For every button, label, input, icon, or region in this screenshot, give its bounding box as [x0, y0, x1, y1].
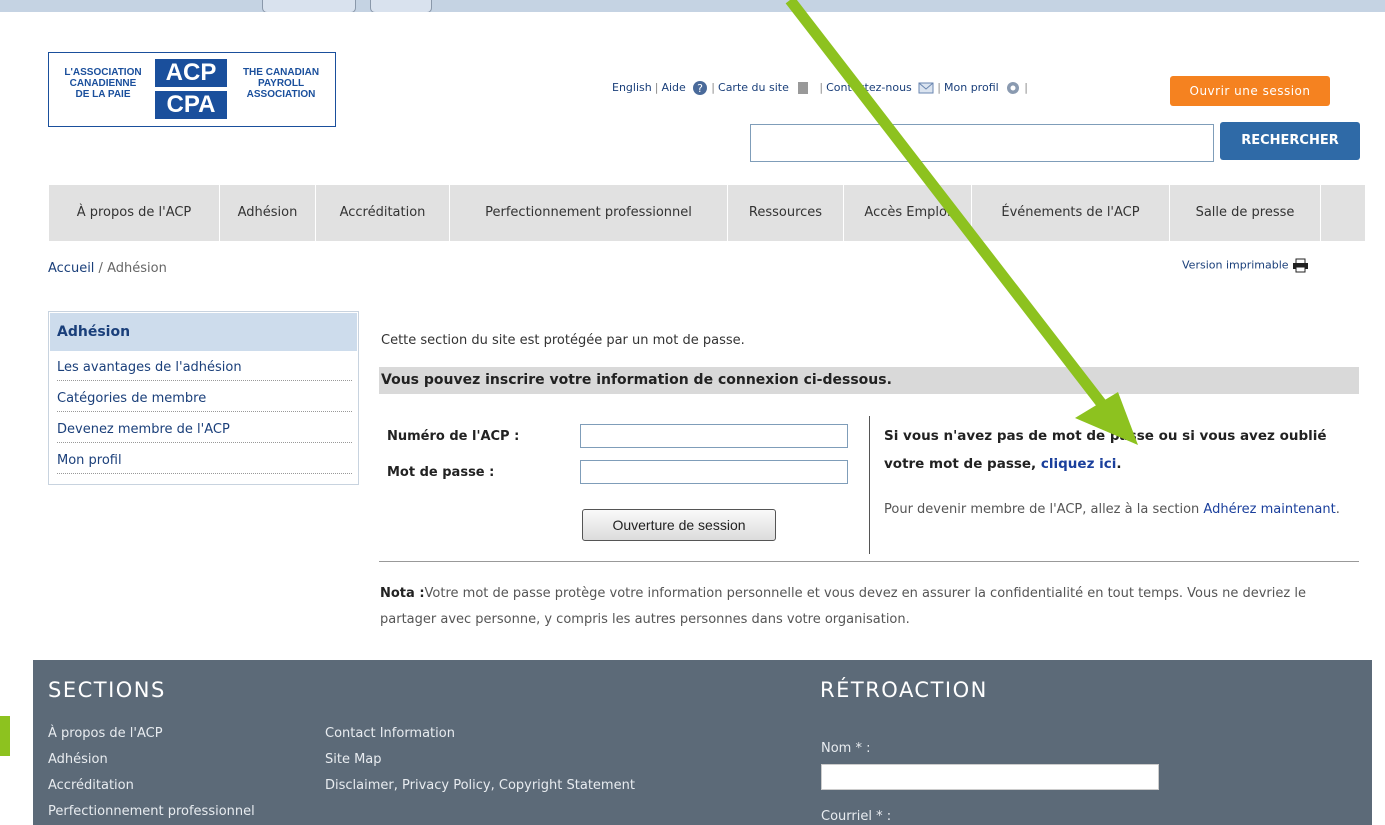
logo-acp: ACP [155, 59, 227, 87]
logo-text-line: CANADIENNE [69, 78, 137, 89]
sidebar-item-become-member[interactable]: Devenez membre de l'ACP [57, 418, 352, 443]
password-note: Nota :Votre mot de passe protège votre i… [380, 581, 1365, 633]
nav-item-press[interactable]: Salle de presse [1170, 185, 1321, 241]
footer-sections-title: SECTIONS [48, 678, 166, 702]
protected-notice: Cette section du site est protégée par u… [381, 333, 745, 348]
search-button[interactable]: RECHERCHER [1220, 122, 1360, 160]
nav-item-events[interactable]: Événements de l'ACP [972, 185, 1170, 241]
svg-text:?: ? [697, 82, 703, 95]
forgot-password-text: Si vous n'avez pas de mot de passe ou si… [884, 422, 1354, 478]
nav-item-careers[interactable]: Accès Emploi [844, 185, 972, 241]
footer-link-professional-development[interactable]: Perfectionnement professionnel [48, 804, 255, 819]
logo-text-line: PAYROLL [257, 78, 305, 89]
acp-number-field[interactable] [580, 424, 848, 448]
acp-logo[interactable]: L'ASSOCIATION CANADIENNE DE LA PAIE ACP … [48, 52, 336, 127]
section-sidebar: Adhésion Les avantages de l'adhésion Cat… [48, 311, 359, 485]
contact-link[interactable]: Contactez-nous [826, 81, 912, 94]
logo-text-line: L'ASSOCIATION [64, 67, 142, 78]
accent-bar [0, 716, 10, 756]
nav-item-membership[interactable]: Adhésion [220, 185, 316, 241]
footer-name-field[interactable] [821, 764, 1159, 790]
sidebar-item-profile[interactable]: Mon profil [57, 449, 352, 474]
sidebar-item-categories[interactable]: Catégories de membre [57, 387, 352, 412]
breadcrumb-separator: / [94, 261, 108, 276]
logo-text-line: ASSOCIATION [246, 89, 316, 100]
footer-link-accreditation[interactable]: Accréditation [48, 778, 134, 793]
footer-link-sitemap[interactable]: Site Map [325, 752, 382, 767]
breadcrumb-current: Adhésion [107, 261, 167, 276]
footer-link-about[interactable]: À propos de l'ACP [48, 726, 163, 741]
nav-item-professional-development[interactable]: Perfectionnement professionnel [450, 185, 728, 241]
login-subheading: Vous pouvez inscrire votre information d… [379, 367, 1359, 394]
browser-toolbar-strip [0, 0, 1385, 13]
print-version-link[interactable]: Version imprimable [1182, 258, 1309, 273]
nav-item-resources[interactable]: Ressources [728, 185, 844, 241]
footer-link-disclaimer[interactable]: Disclaimer, Privacy Policy, Copyright St… [325, 778, 635, 793]
utility-links: English | Aide ? | Carte du site | Contactez-… [612, 80, 1031, 96]
english-link[interactable]: English [612, 81, 652, 94]
login-submit-button[interactable]: Ouverture de session [582, 509, 776, 541]
footer-feedback-title: RÉTROACTION [820, 678, 988, 702]
logo-text-line: THE CANADIAN [242, 67, 320, 78]
logo-english-name: THE CANADIAN PAYROLL ASSOCIATION [229, 67, 333, 100]
separator: | [654, 81, 659, 94]
logo-french-name: L'ASSOCIATION CANADIENNE DE LA PAIE [53, 67, 153, 100]
breadcrumb-home-link[interactable]: Accueil [48, 261, 94, 276]
sidebar-item-benefits[interactable]: Les avantages de l'adhésion [57, 356, 352, 381]
footer-name-label: Nom * : [821, 741, 871, 756]
footer-link-membership[interactable]: Adhésion [48, 752, 108, 767]
join-end: . [1335, 502, 1340, 517]
breadcrumb: Accueil / Adhésion [48, 261, 167, 276]
print-version-label: Version imprimable [1182, 258, 1289, 272]
help-link[interactable]: Aide [661, 81, 685, 94]
footer [33, 660, 1372, 825]
separator: | [819, 81, 824, 94]
sitemap-icon[interactable] [795, 80, 811, 96]
vertical-divider [869, 416, 870, 554]
page-gutter-right [1372, 12, 1385, 825]
separator: | [1024, 81, 1028, 94]
forgot-password-link[interactable]: cliquez ici [1041, 456, 1117, 472]
join-text: Pour devenir membre de l'ACP, allez à la… [884, 497, 1354, 523]
sitemap-link[interactable]: Carte du site [718, 81, 789, 94]
profile-link[interactable]: Mon profil [944, 81, 999, 94]
logo-text-line: DE LA PAIE [75, 89, 131, 100]
password-field[interactable] [580, 460, 848, 484]
password-label: Mot de passe : [387, 465, 495, 480]
footer-link-contact[interactable]: Contact Information [325, 726, 455, 741]
forgot-password-end: . [1116, 456, 1122, 472]
printer-icon [1293, 258, 1309, 273]
acp-number-label: Numéro de l'ACP : [387, 429, 520, 444]
separator: | [711, 81, 716, 94]
note-text: Votre mot de passe protège votre informa… [380, 586, 1306, 627]
sidebar-title: Adhésion [50, 313, 357, 351]
separator: | [937, 81, 942, 94]
main-nav: À propos de l'ACP Adhésion Accréditation… [49, 185, 1365, 241]
mail-icon[interactable] [918, 80, 934, 96]
nav-item-about[interactable]: À propos de l'ACP [49, 185, 220, 241]
search-input[interactable] [750, 124, 1214, 162]
page-gutter-left [0, 12, 33, 825]
logo-cpa: CPA [155, 91, 227, 119]
login-button[interactable]: Ouvrir une session [1170, 76, 1330, 106]
join-now-link[interactable]: Adhérez maintenant [1203, 502, 1335, 517]
footer-email-label: Courriel * : [821, 809, 892, 824]
gear-icon[interactable] [1005, 80, 1021, 96]
join-message: Pour devenir membre de l'ACP, allez à la… [884, 502, 1200, 517]
note-label: Nota : [380, 586, 425, 601]
horizontal-divider [379, 561, 1359, 562]
nav-item-accreditation[interactable]: Accréditation [316, 185, 450, 241]
help-icon[interactable]: ? [692, 80, 708, 96]
